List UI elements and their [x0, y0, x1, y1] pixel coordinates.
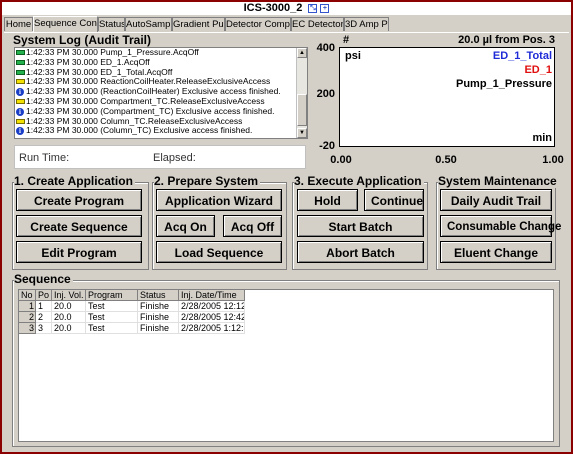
- y-unit-label: psi: [345, 50, 361, 62]
- sequence-control-panel: System Log (Audit Trail) 1:42:33 PM 30.0…: [4, 32, 569, 452]
- chromatogram-plot[interactable]: psi ED_1_Total ED_1 Pump_1_Pressure min: [339, 47, 555, 147]
- column-header-position[interactable]: Po: [36, 290, 52, 301]
- plot-hash: #: [343, 34, 350, 46]
- column-header-status[interactable]: Status: [138, 290, 179, 301]
- scroll-up-icon[interactable]: ▲: [297, 48, 307, 58]
- hold-button[interactable]: Hold: [297, 189, 358, 211]
- column-header-no[interactable]: No: [19, 290, 36, 301]
- table-cell[interactable]: Finishe: [138, 323, 179, 334]
- sequence-table[interactable]: No Po Inj. Vol. Program Status Inj. Date…: [18, 289, 554, 442]
- window-title: ICS-3000_2: [243, 2, 303, 14]
- eluent-change-button[interactable]: Eluent Change: [440, 241, 552, 263]
- acq-on-button[interactable]: Acq On: [156, 215, 215, 237]
- run-time-label: Run Time:: [19, 152, 70, 164]
- load-sequence-button[interactable]: Load Sequence: [156, 241, 282, 263]
- create-application-title: 1. Create Application: [14, 174, 135, 188]
- table-cell[interactable]: Test: [86, 312, 138, 323]
- y-tick-label: -20: [319, 140, 335, 152]
- tab-ec-detector[interactable]: EC Detector 1: [291, 17, 344, 31]
- elapsed-label: Elapsed:: [153, 152, 196, 164]
- table-row-number[interactable]: 1: [19, 301, 36, 312]
- consumable-change-button[interactable]: Consumable Change: [440, 215, 561, 237]
- info-icon: i: [16, 107, 24, 116]
- table-row-number[interactable]: 3: [19, 323, 36, 334]
- table-cell[interactable]: 20.0: [52, 323, 86, 334]
- system-log-list[interactable]: 1:42:33 PM 30.000 Pump_1_Pressure.AcqOff…: [14, 47, 308, 139]
- log-scrollbar[interactable]: ▲ ▼: [296, 48, 307, 138]
- table-cell[interactable]: 3: [36, 323, 52, 334]
- table-row-number[interactable]: 2: [19, 312, 36, 323]
- injection-info: 20.0 µl from Pos. 3: [458, 34, 555, 46]
- yellow-status-icon: [16, 118, 25, 124]
- tab-gradient-pump[interactable]: Gradient Pump: [172, 17, 225, 31]
- log-entry: i 1:42:33 PM 30.000 (Column_TC) Exclusive…: [15, 125, 307, 136]
- x-tick-label: 0.00: [330, 154, 352, 166]
- continue-button[interactable]: Continue: [364, 189, 424, 211]
- table-cell[interactable]: Finishe: [138, 312, 179, 323]
- y-tick-label: 400: [316, 42, 335, 54]
- create-program-button[interactable]: Create Program: [16, 189, 142, 211]
- green-status-icon: [16, 50, 25, 55]
- series-legend-ed1: ED_1: [524, 64, 552, 76]
- tab-bar: Home Sequence Control Status AutoSampler…: [4, 16, 569, 32]
- daily-audit-trail-button[interactable]: Daily Audit Trail: [440, 189, 552, 211]
- table-cell[interactable]: 2/28/2005 12:42:: [179, 312, 245, 323]
- acq-off-button[interactable]: Acq Off: [223, 215, 282, 237]
- title-bar: ICS-3000_2 ⤡ +: [2, 2, 571, 15]
- system-maintenance-title: System Maintenance: [438, 174, 559, 188]
- column-header-inj-datetime[interactable]: Inj. Date/Time: [179, 290, 245, 301]
- yellow-status-icon: [16, 98, 25, 104]
- sequence-title: Sequence: [14, 272, 73, 286]
- table-cell[interactable]: 2: [36, 312, 52, 323]
- tab-home[interactable]: Home: [4, 17, 33, 31]
- tab-status[interactable]: Status: [98, 17, 125, 31]
- info-icon: i: [16, 127, 24, 136]
- green-status-icon: [16, 59, 25, 65]
- column-header-inj-vol[interactable]: Inj. Vol.: [52, 290, 86, 301]
- scroll-down-icon[interactable]: ▼: [297, 128, 307, 138]
- tab-autosampler[interactable]: AutoSampler: [125, 17, 172, 31]
- resize-icon[interactable]: ⤡: [308, 3, 318, 13]
- execute-application-title: 3. Execute Application: [294, 174, 424, 188]
- info-icon: i: [16, 88, 24, 97]
- table-cell[interactable]: 2/28/2005 1:12:3: [179, 323, 245, 334]
- series-legend-ed1-total: ED_1_Total: [492, 50, 552, 62]
- yellow-status-icon: [16, 79, 25, 85]
- x-tick-label: 0.50: [435, 154, 457, 166]
- table-cell[interactable]: Test: [86, 301, 138, 312]
- scroll-thumb[interactable]: [297, 94, 307, 126]
- start-batch-button[interactable]: Start Batch: [297, 215, 424, 237]
- table-cell[interactable]: 20.0: [52, 301, 86, 312]
- table-cell[interactable]: 2/28/2005 12:12:: [179, 301, 245, 312]
- run-time-box: Run Time: Elapsed:: [14, 145, 306, 169]
- table-cell[interactable]: 20.0: [52, 312, 86, 323]
- table-cell[interactable]: Test: [86, 323, 138, 334]
- x-tick-label: 1.00: [542, 154, 564, 166]
- green-status-icon: [16, 69, 25, 75]
- tab-sequence-control[interactable]: Sequence Control: [33, 16, 98, 32]
- abort-batch-button[interactable]: Abort Batch: [297, 241, 424, 263]
- application-wizard-button[interactable]: Application Wizard: [156, 189, 282, 211]
- table-cell[interactable]: Finishe: [138, 301, 179, 312]
- series-legend-pump-pressure: Pump_1_Pressure: [456, 78, 552, 90]
- table-cell[interactable]: 1: [36, 301, 52, 312]
- tab-detector-compartment[interactable]: Detector Compart...: [225, 17, 291, 31]
- system-log-title: System Log (Audit Trail): [13, 33, 152, 47]
- prepare-system-title: 2. Prepare System: [154, 174, 261, 188]
- tab-3d-amp-plot[interactable]: 3D Amp Plot: [344, 17, 389, 31]
- x-unit-label: min: [532, 132, 552, 144]
- pin-icon[interactable]: +: [320, 3, 330, 13]
- column-header-program[interactable]: Program: [86, 290, 138, 301]
- app-window: ICS-3000_2 ⤡+ Home Sequence Control Stat…: [0, 0, 573, 454]
- y-tick-label: 200: [316, 88, 335, 100]
- edit-program-button[interactable]: Edit Program: [16, 241, 142, 263]
- create-sequence-button[interactable]: Create Sequence: [16, 215, 142, 237]
